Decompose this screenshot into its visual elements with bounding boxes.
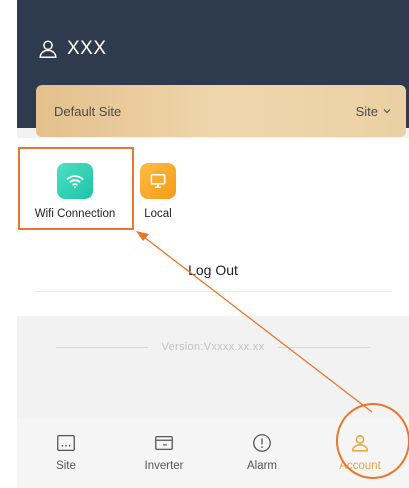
divider-right <box>278 346 371 348</box>
divider-left <box>55 346 148 348</box>
user-info: XXX <box>37 38 107 60</box>
tab-site[interactable]: Site <box>17 418 115 488</box>
tab-inverter[interactable]: Inverter <box>115 418 213 488</box>
tab-alarm[interactable]: Alarm <box>213 418 311 488</box>
monitor-icon <box>150 174 166 188</box>
site-icon <box>57 435 75 451</box>
version-text: Version:Vxxxx.xx.xx <box>161 341 265 353</box>
account-highlight-circle <box>336 403 409 479</box>
chevron-down-icon <box>383 109 391 114</box>
site-name: Default Site <box>54 103 122 119</box>
site-switch[interactable]: Site <box>356 104 392 119</box>
logout-label: Log Out <box>188 261 238 278</box>
local-tile[interactable] <box>140 163 176 199</box>
logout-button[interactable]: Log Out <box>34 248 392 292</box>
wifi-highlight-box <box>18 147 134 230</box>
user-icon <box>39 40 57 58</box>
local-label: Local <box>144 208 172 220</box>
inverter-icon <box>155 435 173 451</box>
alarm-icon <box>253 434 271 452</box>
username: XXX <box>67 38 107 59</box>
tab-site-label: Site <box>56 460 76 472</box>
tab-inverter-label: Inverter <box>144 460 184 472</box>
site-switch-label: Site <box>355 103 378 119</box>
tab-alarm-label: Alarm <box>246 460 278 472</box>
version-info: Version:Vxxxx.xx.xx <box>17 337 409 357</box>
site-selector-card[interactable]: Default Site Site <box>36 85 406 137</box>
local-app[interactable]: Local <box>138 163 178 220</box>
